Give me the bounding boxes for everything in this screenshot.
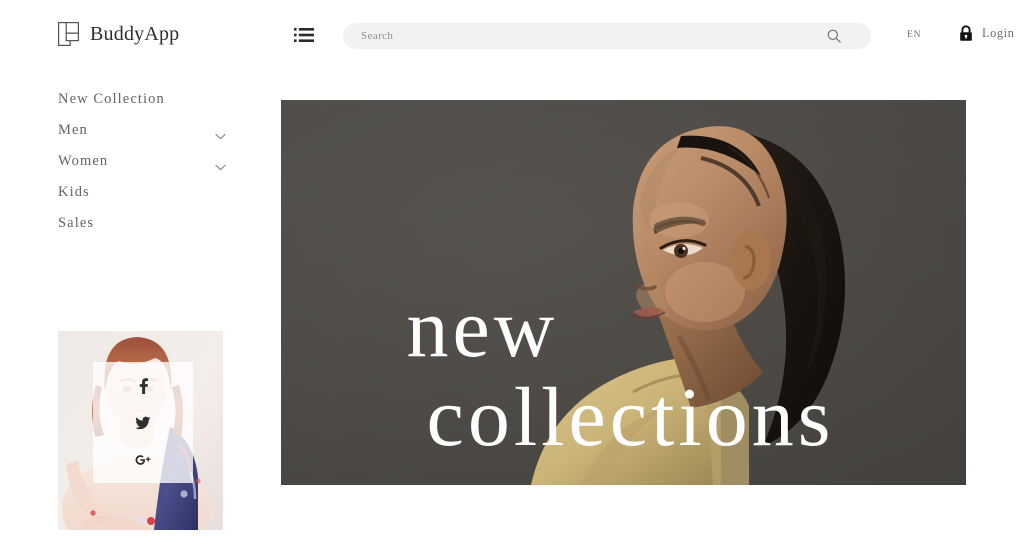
lock-icon (959, 25, 973, 42)
social-links-panel (93, 362, 193, 483)
brand-name: BuddyApp (90, 22, 180, 45)
hero-banner[interactable]: new collections (281, 100, 966, 485)
site-header: BuddyApp EN (0, 0, 1024, 72)
facebook-glyph (139, 377, 148, 394)
search-bar[interactable] (343, 23, 871, 49)
panels-logo-icon (58, 22, 79, 46)
brand-logo[interactable]: BuddyApp (58, 22, 179, 46)
hero-photo (281, 100, 966, 485)
login-label: Login (982, 26, 1015, 40)
chevron-down-icon[interactable] (215, 127, 226, 140)
sidebar: New Collection Men Women Kids Sales (0, 72, 281, 547)
search-input[interactable] (361, 23, 821, 49)
sidebar-nav: New Collection Men Women Kids Sales (58, 84, 228, 239)
sidebar-item-sales[interactable]: Sales (58, 208, 228, 239)
twitter-icon[interactable] (135, 415, 151, 431)
google-plus-icon[interactable] (135, 452, 151, 468)
chevron-down-icon[interactable] (215, 158, 226, 171)
sidebar-item-men[interactable]: Men (58, 115, 228, 146)
search-icon[interactable] (827, 29, 841, 43)
sidebar-item-label: Women (58, 153, 109, 169)
sidebar-item-kids[interactable]: Kids (58, 177, 228, 208)
twitter-glyph (135, 416, 151, 429)
sidebar-item-label: Men (58, 122, 88, 138)
sidebar-item-new-collection[interactable]: New Collection (58, 84, 228, 115)
login-button[interactable]: Login (959, 25, 1014, 42)
google-plus-glyph (135, 454, 151, 465)
sidebar-item-label: Sales (58, 215, 95, 231)
page-root: BuddyApp EN (0, 0, 1024, 547)
facebook-icon[interactable] (135, 377, 151, 394)
promo-banner[interactable] (58, 331, 223, 530)
sidebar-item-label: New Collection (58, 91, 165, 107)
sidebar-item-label: Kids (58, 184, 90, 200)
language-selector[interactable]: EN (907, 30, 921, 40)
sidebar-item-women[interactable]: Women (58, 146, 228, 177)
list-view-icon[interactable] (294, 27, 314, 43)
